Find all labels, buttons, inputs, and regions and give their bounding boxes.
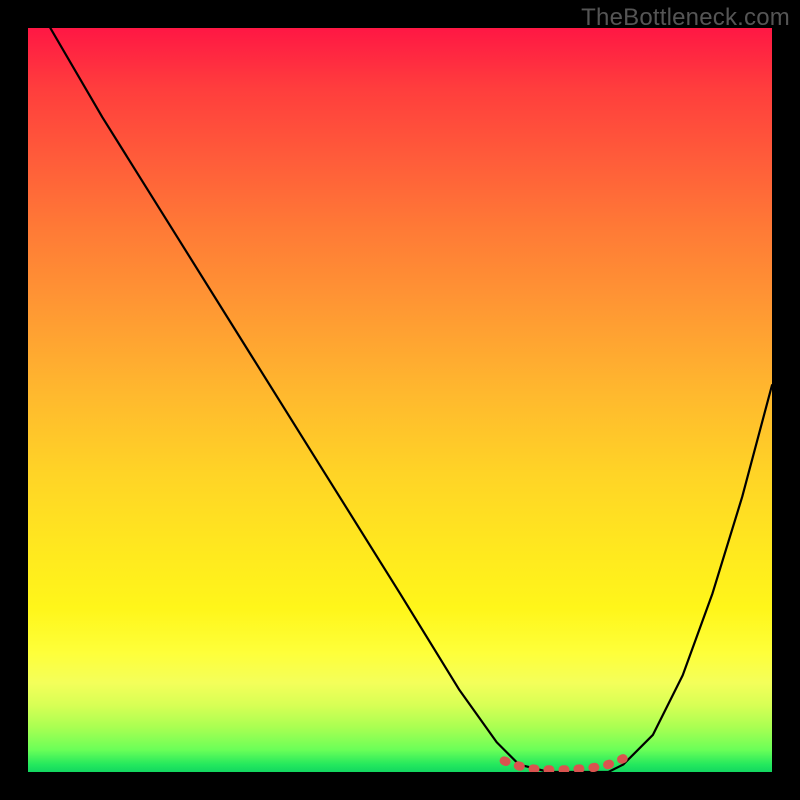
chart-plot-area [28, 28, 772, 772]
optimal-range-marker [504, 759, 623, 770]
bottleneck-curve [50, 28, 772, 772]
watermark-text: TheBottleneck.com [581, 4, 790, 32]
chart-svg [28, 28, 772, 772]
